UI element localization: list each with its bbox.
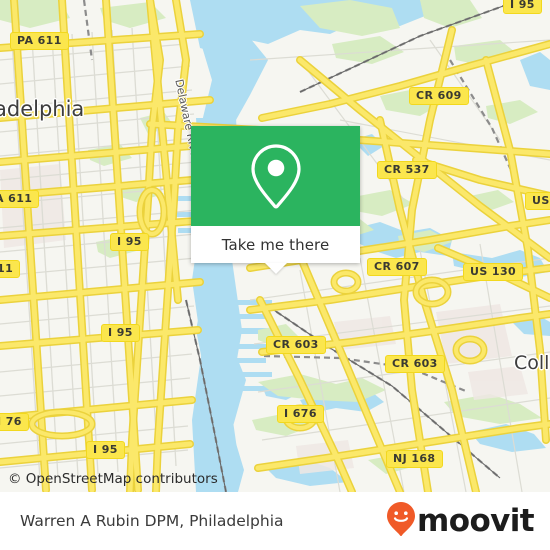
road-shield-i-76: I 76	[0, 413, 29, 431]
map-pin-icon	[249, 143, 303, 209]
road-shield-cr-609: CR 609	[409, 87, 469, 105]
road-shield-i-95-c: I 95	[86, 441, 125, 459]
poi-callout-card[interactable]: Take me there	[191, 126, 360, 274]
moovit-smiley-pin-icon	[386, 501, 416, 542]
road-shield-us: US	[525, 192, 550, 210]
road-shield-nj-168: NJ 168	[386, 450, 443, 468]
card-pointer-tail	[264, 263, 287, 274]
place-label-collingswood: Collin	[514, 352, 550, 374]
poi-card-action[interactable]: Take me there	[191, 226, 360, 274]
poi-title: Warren A Rubin DPM, Philadelphia	[20, 512, 284, 530]
road-shield-cr-603-a: CR 603	[266, 336, 326, 354]
footer-bar: Warren A Rubin DPM, Philadelphia moovit	[0, 492, 550, 550]
moovit-map-screenshot: adelphia Collin Delaware River PA 611 I …	[0, 0, 550, 550]
road-shield-i-95-ne: I 95	[503, 0, 542, 14]
road-shield-cr-607: CR 607	[367, 258, 427, 276]
map-canvas[interactable]: adelphia Collin Delaware River PA 611 I …	[0, 0, 550, 492]
road-shield-611-lower: 611	[0, 260, 21, 278]
take-me-there-label: Take me there	[221, 235, 330, 254]
road-shield-i-95-b: I 95	[101, 324, 140, 342]
moovit-brand[interactable]: moovit	[386, 501, 535, 542]
road-shield-cr-603-b: CR 603	[385, 355, 445, 373]
road-shield-i-676: I 676	[277, 405, 324, 423]
poi-card-image	[191, 126, 360, 226]
road-shield-cr-537: CR 537	[377, 161, 437, 179]
osm-attribution[interactable]: © OpenStreetMap contributors	[8, 471, 218, 487]
moovit-wordmark: moovit	[417, 502, 535, 539]
place-label-philadelphia: adelphia	[0, 97, 85, 121]
road-shield-pa-611-mid: A 611	[0, 190, 40, 208]
road-shield-pa-611: PA 611	[10, 32, 69, 50]
road-shield-us-130: US 130	[463, 263, 524, 281]
road-shield-i-95-a: I 95	[110, 233, 149, 251]
